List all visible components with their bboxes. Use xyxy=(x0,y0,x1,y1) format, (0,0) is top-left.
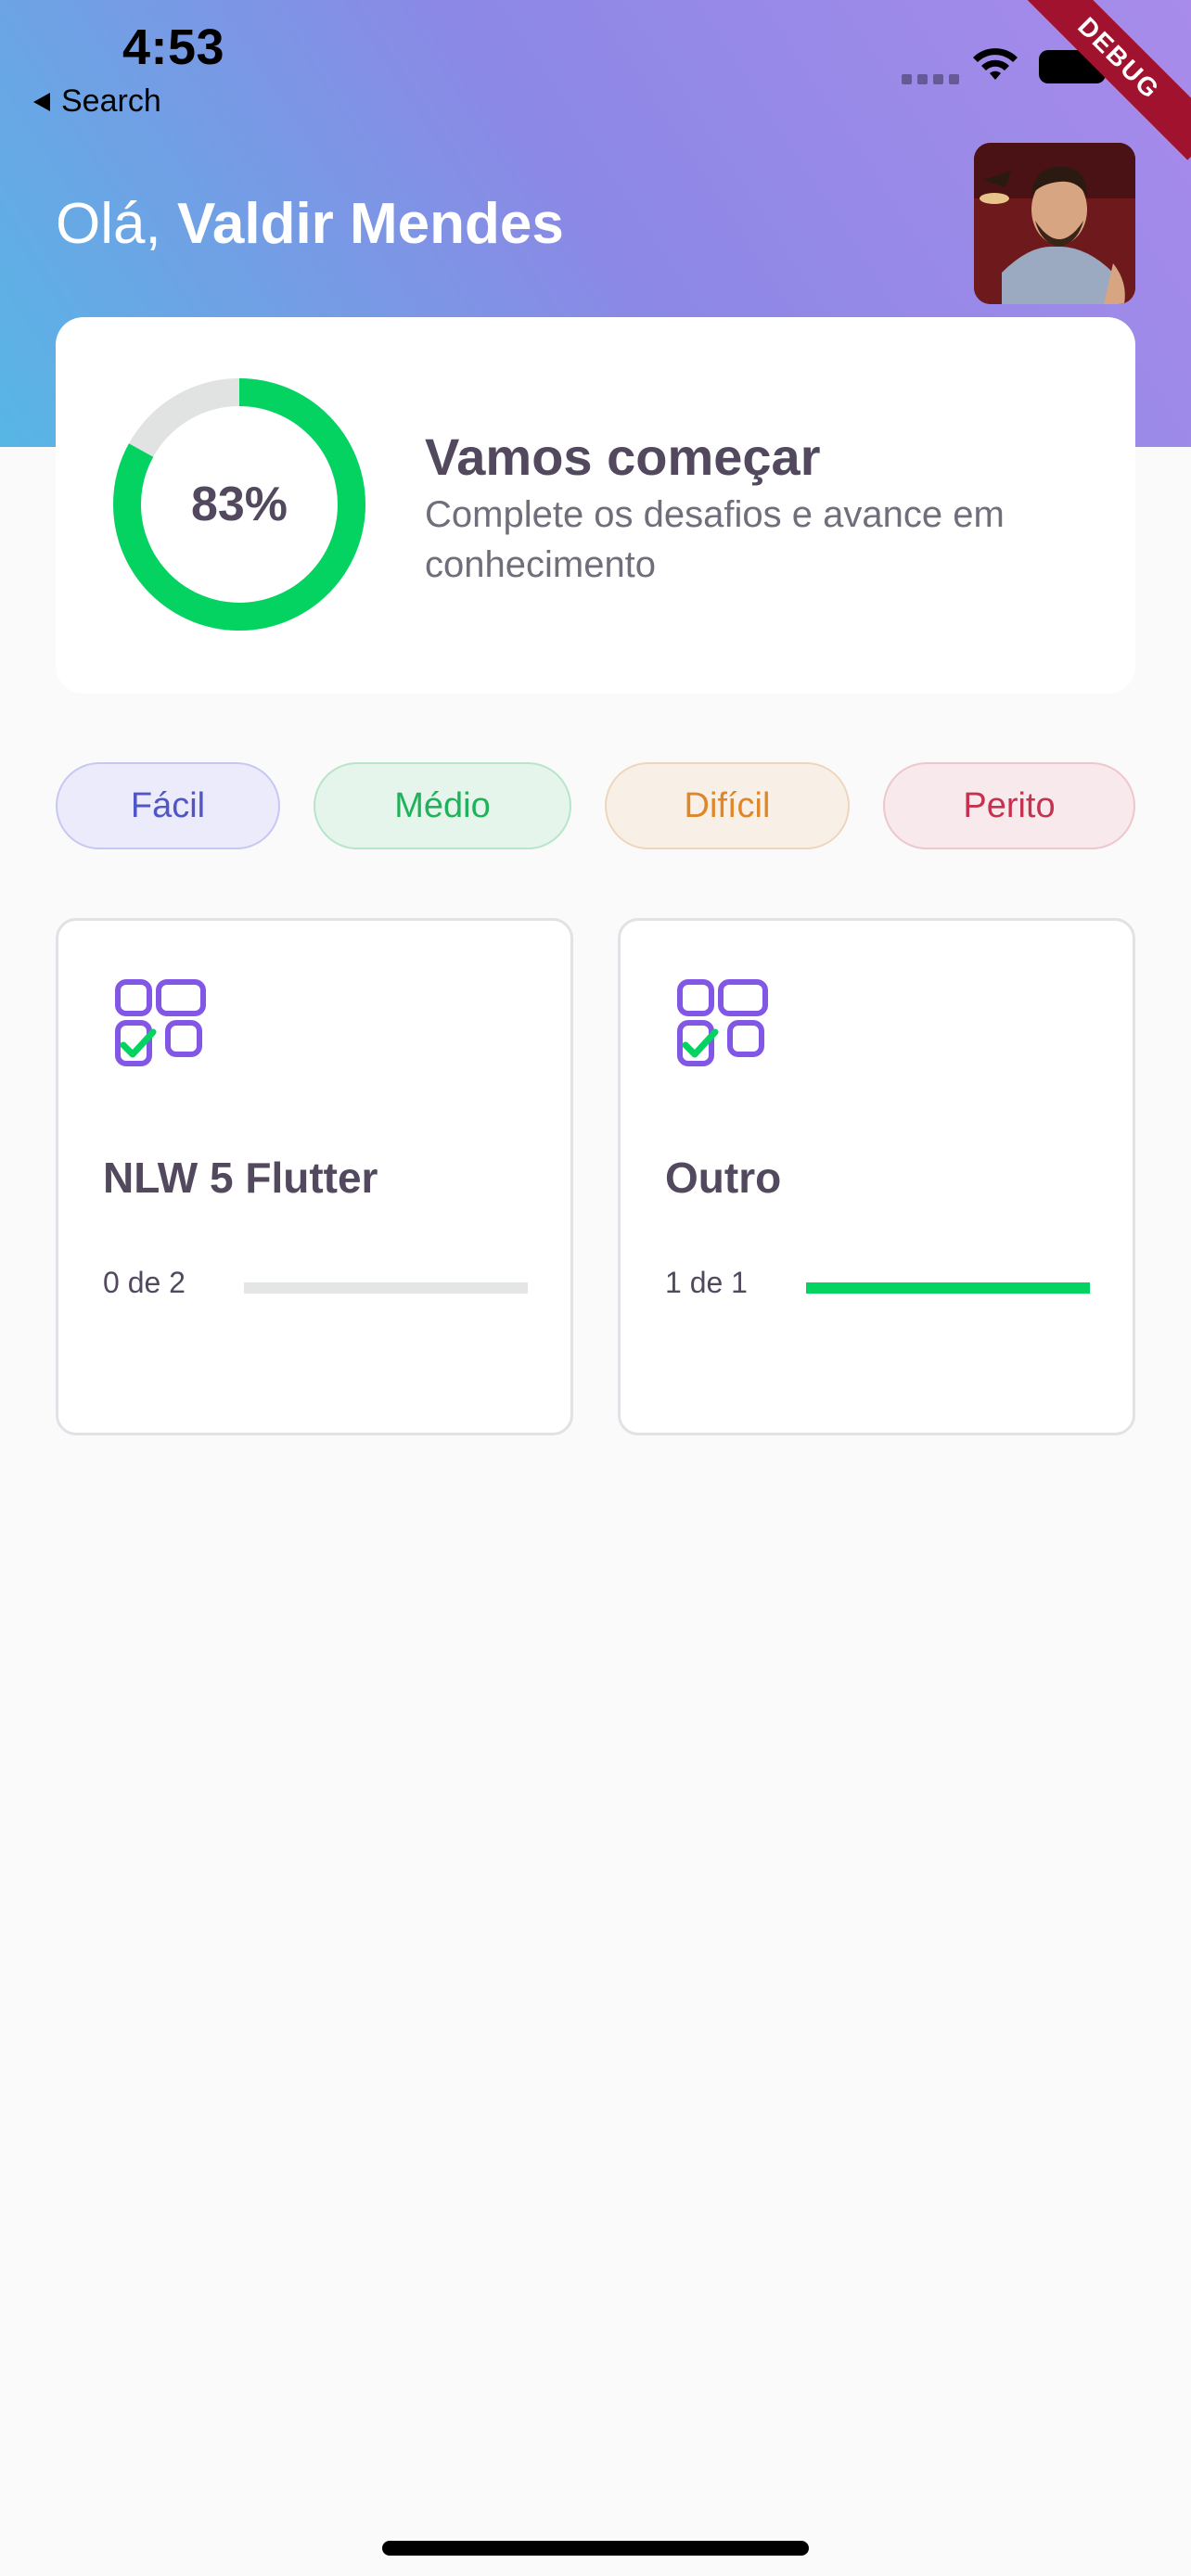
home-indicator[interactable] xyxy=(382,2541,809,2556)
back-arrow-icon xyxy=(33,92,50,111)
progress-card: 83% Vamos começar Complete os desafios e… xyxy=(56,317,1135,694)
quiz-title: Outro xyxy=(665,1154,782,1202)
quiz-progress-bar xyxy=(806,1282,1090,1294)
quiz-card[interactable]: NLW 5 Flutter 0 de 2 xyxy=(56,918,573,1435)
quiz-title: NLW 5 Flutter xyxy=(103,1154,378,1202)
avatar[interactable] xyxy=(974,143,1135,304)
level-chip-medio[interactable]: Médio xyxy=(314,762,571,849)
quiz-card[interactable]: Outro 1 de 1 xyxy=(618,918,1135,1435)
wifi-icon xyxy=(973,48,1018,80)
level-chip-facil[interactable]: Fácil xyxy=(56,762,280,849)
checklist-icon xyxy=(115,979,206,1066)
back-to-search-button[interactable]: Search xyxy=(33,83,161,120)
cellular-signal-icon xyxy=(902,74,959,84)
user-photo xyxy=(974,143,1135,304)
progress-title: Vamos começar xyxy=(425,427,821,486)
back-label: Search xyxy=(61,83,161,119)
greeting: Olá, Valdir Mendes xyxy=(56,191,564,257)
quiz-progress-fill xyxy=(806,1282,1090,1294)
level-chip-dificil[interactable]: Difícil xyxy=(605,762,850,849)
status-time: 4:53 xyxy=(122,19,225,75)
greeting-prefix: Olá, xyxy=(56,192,177,256)
quiz-progress-bar xyxy=(244,1282,528,1294)
quiz-progress-label: 1 de 1 xyxy=(665,1266,748,1299)
checklist-icon xyxy=(677,979,768,1066)
progress-subtitle: Complete os desafios e avance em conheci… xyxy=(425,494,1005,585)
user-name: Valdir Mendes xyxy=(176,192,564,256)
quiz-progress-label: 0 de 2 xyxy=(103,1266,186,1299)
level-chip-perito[interactable]: Perito xyxy=(883,762,1135,849)
progress-percent: 83% xyxy=(190,478,288,531)
